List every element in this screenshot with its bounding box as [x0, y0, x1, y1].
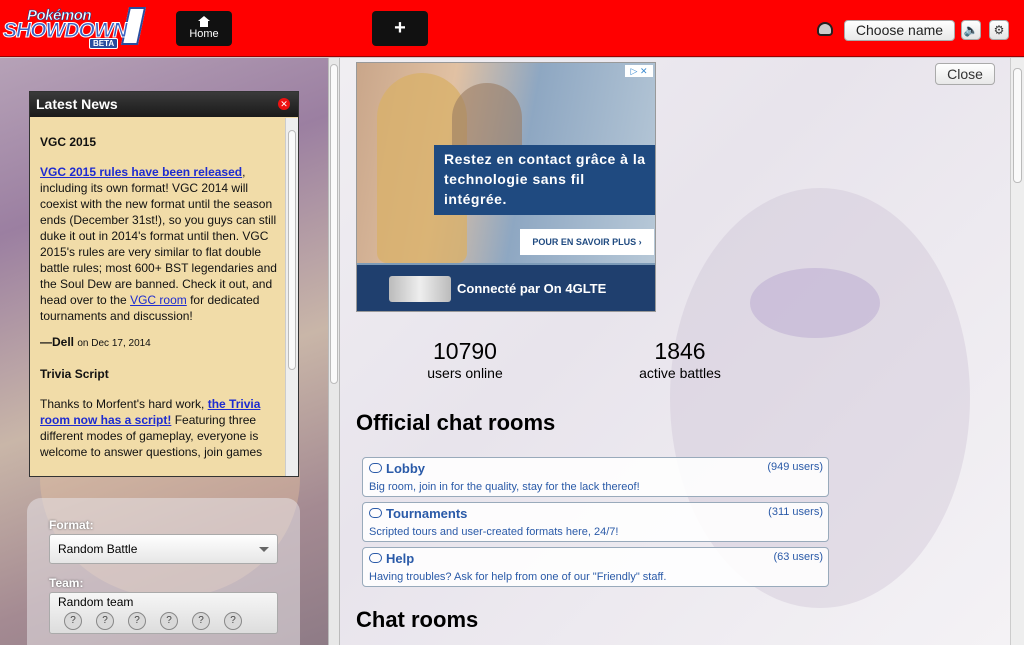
room-help[interactable]: Help (63 users) Having troubles? Ask for…: [362, 547, 829, 587]
cadillac-logo-icon: [389, 276, 451, 302]
room-description: Big room, join in for the quality, stay …: [369, 481, 640, 493]
format-value: Random Battle: [58, 542, 138, 556]
team-label: Team:: [49, 576, 84, 590]
vgc-room-link[interactable]: VGC room: [130, 293, 187, 307]
chat-bubble-icon: [369, 463, 382, 473]
room-description: Having troubles? Ask for help from one o…: [369, 571, 667, 583]
logo-beta-badge: BETA: [89, 38, 119, 49]
users-online-label: users online: [427, 365, 503, 381]
news-text: , including its own format! VGC 2014 wil…: [40, 165, 277, 307]
news-title: Latest News ✕: [30, 92, 298, 117]
users-online-stat: 10790 users online: [385, 338, 545, 382]
news-heading: Trivia Script: [40, 367, 109, 381]
main-panel-scrollbar[interactable]: [1010, 58, 1024, 645]
chevron-down-icon: [259, 547, 269, 552]
room-user-count: (63 users): [773, 551, 823, 563]
pokemon-slot-icon: ?: [64, 612, 82, 630]
news-scrollbar[interactable]: [285, 118, 298, 476]
room-lobby[interactable]: Lobby (949 users) Big room, join in for …: [362, 457, 829, 497]
news-date: on Dec 17, 2014: [77, 338, 151, 349]
format-select[interactable]: Random Battle: [49, 534, 278, 564]
close-button[interactable]: Close: [935, 63, 995, 85]
news-box: Latest News ✕ VGC 2015 VGC 2015 rules ha…: [29, 91, 299, 477]
choose-name-button[interactable]: Choose name: [844, 20, 955, 41]
news-link[interactable]: VGC 2015 rules have been released: [40, 165, 242, 179]
news-author: —Dell: [40, 335, 75, 349]
chat-rooms-title: Chat rooms: [356, 607, 479, 632]
chat-bubble-icon: [369, 553, 382, 563]
active-battles-count: 1846: [654, 338, 706, 364]
news-paragraph: VGC 2015 rules have been released, inclu…: [40, 164, 278, 324]
news-paragraph: Thanks to Morfent's hard work, the Trivi…: [40, 396, 278, 460]
background-art: [670, 188, 970, 608]
tab-home-label: Home: [189, 28, 219, 40]
news-heading: VGC 2015: [40, 135, 97, 149]
room-name: Help: [386, 551, 415, 566]
pokemon-slot-icon: ?: [96, 612, 114, 630]
pokemon-slot-icon: ?: [192, 612, 210, 630]
active-battles-stat[interactable]: 1846 active battles: [600, 338, 760, 382]
scrollbar-thumb[interactable]: [288, 130, 296, 370]
ad-message: Restez en contact grâce à la technologie…: [434, 145, 655, 215]
chat-bubble-icon: [369, 508, 382, 518]
room-tournaments[interactable]: Tournaments (311 users) Scripted tours a…: [362, 502, 829, 542]
pokemon-slot-icon: ?: [160, 612, 178, 630]
room-name: Lobby: [386, 461, 425, 476]
pokemon-slot-icon: ?: [224, 612, 242, 630]
headset-icon: [817, 22, 833, 36]
users-online-count: 10790: [433, 338, 497, 364]
battle-form: Format: Random Battle Team: Random team …: [27, 498, 300, 645]
showdown-logo[interactable]: Pokémon SHOWDOWN BETA: [3, 5, 148, 49]
team-value: Random team: [58, 595, 134, 609]
pokemon-slot-icon: ?: [128, 612, 146, 630]
tab-home[interactable]: Home: [176, 11, 232, 46]
main-panel: ▷ ✕ Restez en contact grâce à la technol…: [340, 58, 1010, 645]
background-art: [750, 268, 880, 338]
news-content: VGC 2015 VGC 2015 rules have been releas…: [30, 118, 286, 476]
close-news-icon[interactable]: ✕: [278, 98, 290, 110]
team-select[interactable]: Random team ? ? ? ? ? ?: [49, 592, 278, 634]
ad-cta-button[interactable]: POUR EN SAVOIR PLUS ›: [520, 229, 654, 255]
volume-icon[interactable]: 🔈: [961, 20, 981, 40]
room-user-count: (311 users): [768, 506, 823, 518]
news-byline: —Dell on Dec 17, 2014: [40, 334, 278, 352]
left-panel-scrollbar[interactable]: [328, 58, 340, 645]
room-description: Scripted tours and user-created formats …: [369, 526, 619, 538]
advertisement[interactable]: ▷ ✕ Restez en contact grâce à la technol…: [356, 62, 656, 312]
top-header: Pokémon SHOWDOWN BETA Home + Choose name…: [0, 0, 1024, 57]
scrollbar-thumb[interactable]: [330, 64, 338, 384]
room-name: Tournaments: [386, 506, 468, 521]
home-icon: [198, 16, 210, 27]
active-battles-label: active battles: [639, 365, 721, 381]
news-text: Thanks to Morfent's hard work,: [40, 397, 208, 411]
scrollbar-thumb[interactable]: [1013, 68, 1022, 183]
official-rooms-title: Official chat rooms: [356, 410, 556, 435]
new-tab-button[interactable]: +: [372, 11, 428, 46]
adchoices-icon[interactable]: ▷ ✕: [625, 65, 653, 77]
room-user-count: (949 users): [767, 461, 823, 473]
news-title-text: Latest News: [36, 96, 118, 112]
format-label: Format:: [49, 518, 94, 532]
gear-icon[interactable]: ⚙: [989, 20, 1009, 40]
